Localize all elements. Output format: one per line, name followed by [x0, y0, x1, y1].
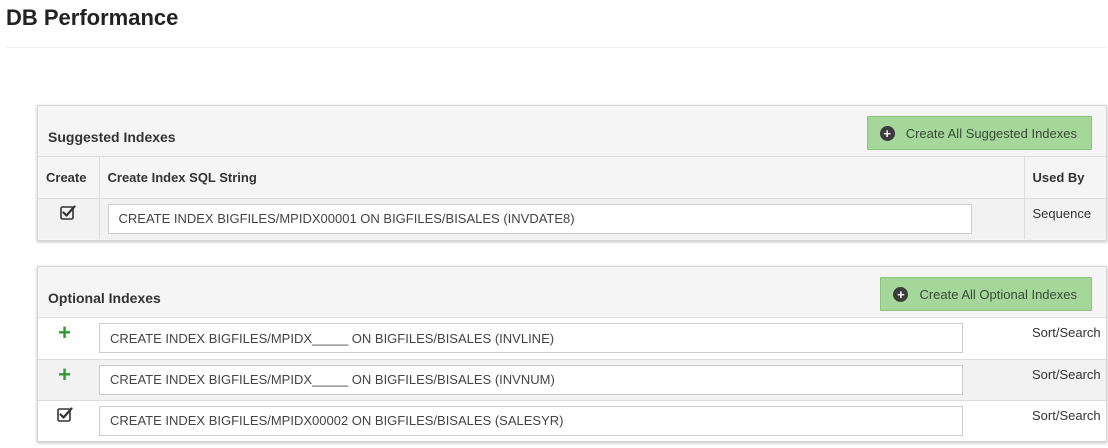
used-by-cell: Sort/Search [1024, 358, 1106, 400]
suggested-panel-heading: Suggested Indexes + Create All Suggested… [38, 106, 1106, 157]
create-all-suggested-label: Create All Suggested Indexes [905, 125, 1077, 141]
suggested-indexes-table: Create Create Index SQL String Used By S… [38, 157, 1106, 239]
used-by-cell: Sort/Search [1024, 399, 1106, 441]
create-all-suggested-button[interactable]: + Create All Suggested Indexes [866, 116, 1092, 150]
create-cell [38, 198, 100, 239]
title-divider [6, 47, 1106, 48]
table-row: + Sort/Search [38, 318, 1106, 359]
optional-panel-heading: Optional Indexes + Create All Optional I… [38, 267, 1106, 318]
sql-cell [91, 358, 1024, 400]
checkbox-checked-icon[interactable] [56, 406, 73, 425]
sql-string-input[interactable] [99, 364, 963, 395]
suggested-indexes-panel: Suggested Indexes + Create All Suggested… [37, 105, 1107, 241]
sql-cell [99, 198, 1024, 239]
optional-indexes-panel: Optional Indexes + Create All Optional I… [37, 266, 1107, 442]
table-header-row: Create Create Index SQL String Used By [38, 157, 1106, 199]
sql-cell [91, 399, 1024, 441]
column-header-used-by: Used By [1023, 157, 1106, 199]
create-cell [38, 399, 91, 441]
page-title: DB Performance [6, 5, 179, 30]
suggested-panel-title: Suggested Indexes [48, 129, 176, 145]
table-row: Sequence [38, 198, 1106, 239]
create-cell: + [38, 318, 91, 359]
table-row: Sort/Search [38, 399, 1106, 441]
used-by-cell: Sort/Search [1024, 318, 1106, 359]
plus-circle-icon: + [879, 125, 895, 141]
plus-icon[interactable]: + [58, 322, 71, 344]
table-row: + Sort/Search [38, 358, 1106, 400]
create-cell: + [38, 358, 91, 400]
create-all-optional-label: Create All Optional Indexes [919, 286, 1077, 302]
optional-indexes-table: + Sort/Search + Sort/Search [38, 318, 1106, 441]
sql-string-input[interactable] [99, 405, 963, 436]
sql-string-input[interactable] [107, 203, 972, 234]
sql-string-input[interactable] [99, 323, 963, 353]
used-by-cell: Sequence [1023, 198, 1106, 239]
column-header-create: Create [38, 157, 100, 199]
checkbox-checked-icon[interactable] [60, 204, 76, 223]
create-all-optional-button[interactable]: + Create All Optional Indexes [880, 277, 1092, 311]
column-header-sql: Create Index SQL String [99, 157, 1024, 199]
plus-icon[interactable]: + [58, 363, 71, 385]
sql-cell [91, 318, 1024, 359]
plus-circle-icon: + [893, 286, 909, 302]
optional-panel-title: Optional Indexes [48, 290, 161, 306]
